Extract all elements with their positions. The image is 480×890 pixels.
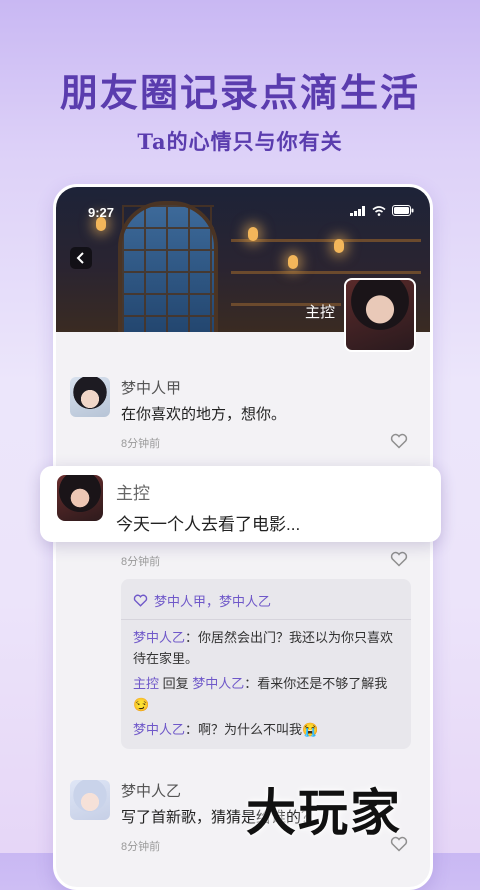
post-author[interactable]: 主控 [116,479,150,504]
battery-icon [392,205,414,216]
back-button[interactable] [70,247,92,269]
watermark-logo: 大玩家 [246,784,402,842]
wifi-icon [372,205,386,216]
cover-window [118,201,218,332]
post-time: 8分钟前 [121,556,161,568]
promo-headline: 朋友圈记录点滴生活 [59,70,420,115]
divider [121,619,411,620]
avatar[interactable] [70,780,110,820]
comment-author[interactable]: 梦中人乙 [133,722,185,737]
comment-author[interactable]: 梦中人乙 [133,630,185,645]
post-author[interactable]: 梦中人甲 [121,377,181,398]
likes-row: 梦中人甲，梦中人乙 [133,591,271,610]
post-author[interactable]: 梦中人乙 [121,780,181,801]
likes-list[interactable]: 梦中人甲，梦中人乙 [154,591,271,610]
avatar[interactable] [70,377,110,417]
post-time: 8分钟前 [121,841,161,853]
heart-icon [133,594,148,607]
reply-target[interactable]: 梦中人乙 [192,676,244,691]
heart-icon[interactable] [390,551,408,567]
status-time: 9:27 [88,205,115,220]
avatar[interactable] [57,475,103,521]
profile-name: 主控 [305,304,336,321]
comment-item[interactable]: 梦中人乙：你居然会出门？我还以为你只喜欢待在家里。 [133,627,399,669]
post-content: 在你喜欢的地方，想你。 [121,406,287,423]
comment-author[interactable]: 主控 [133,676,159,691]
comment-item[interactable]: 梦中人乙：啊？为什么不叫我😭 [133,719,399,740]
post-item: 8分钟前 [70,549,416,579]
signal-icon [350,205,365,216]
profile-avatar[interactable] [344,278,416,352]
status-icons [350,205,414,216]
reply-word: 回复 [159,676,193,691]
back-arrow-icon [76,252,84,264]
comment-box: 梦中人甲，梦中人乙 梦中人乙：你居然会出门？我还以为你只喜欢待在家里。 主控 回… [121,579,411,749]
featured-post-card[interactable]: 主控 今天一个人去看了电影... [40,466,441,542]
post-content: 今天一个人去看了电影... [116,515,301,534]
post-time: 8分钟前 [121,438,161,450]
promo-subhead: Ta的心情只与你有关 [137,129,343,154]
comment-item[interactable]: 主控 回复 梦中人乙：看来你还是不够了解我😏 [133,673,399,715]
post-item: 梦中人甲 在你喜欢的地方，想你。 8分钟前 [70,377,416,457]
comment-text: ：啊？为什么不叫我😭 [185,722,319,737]
heart-icon[interactable] [390,433,408,449]
